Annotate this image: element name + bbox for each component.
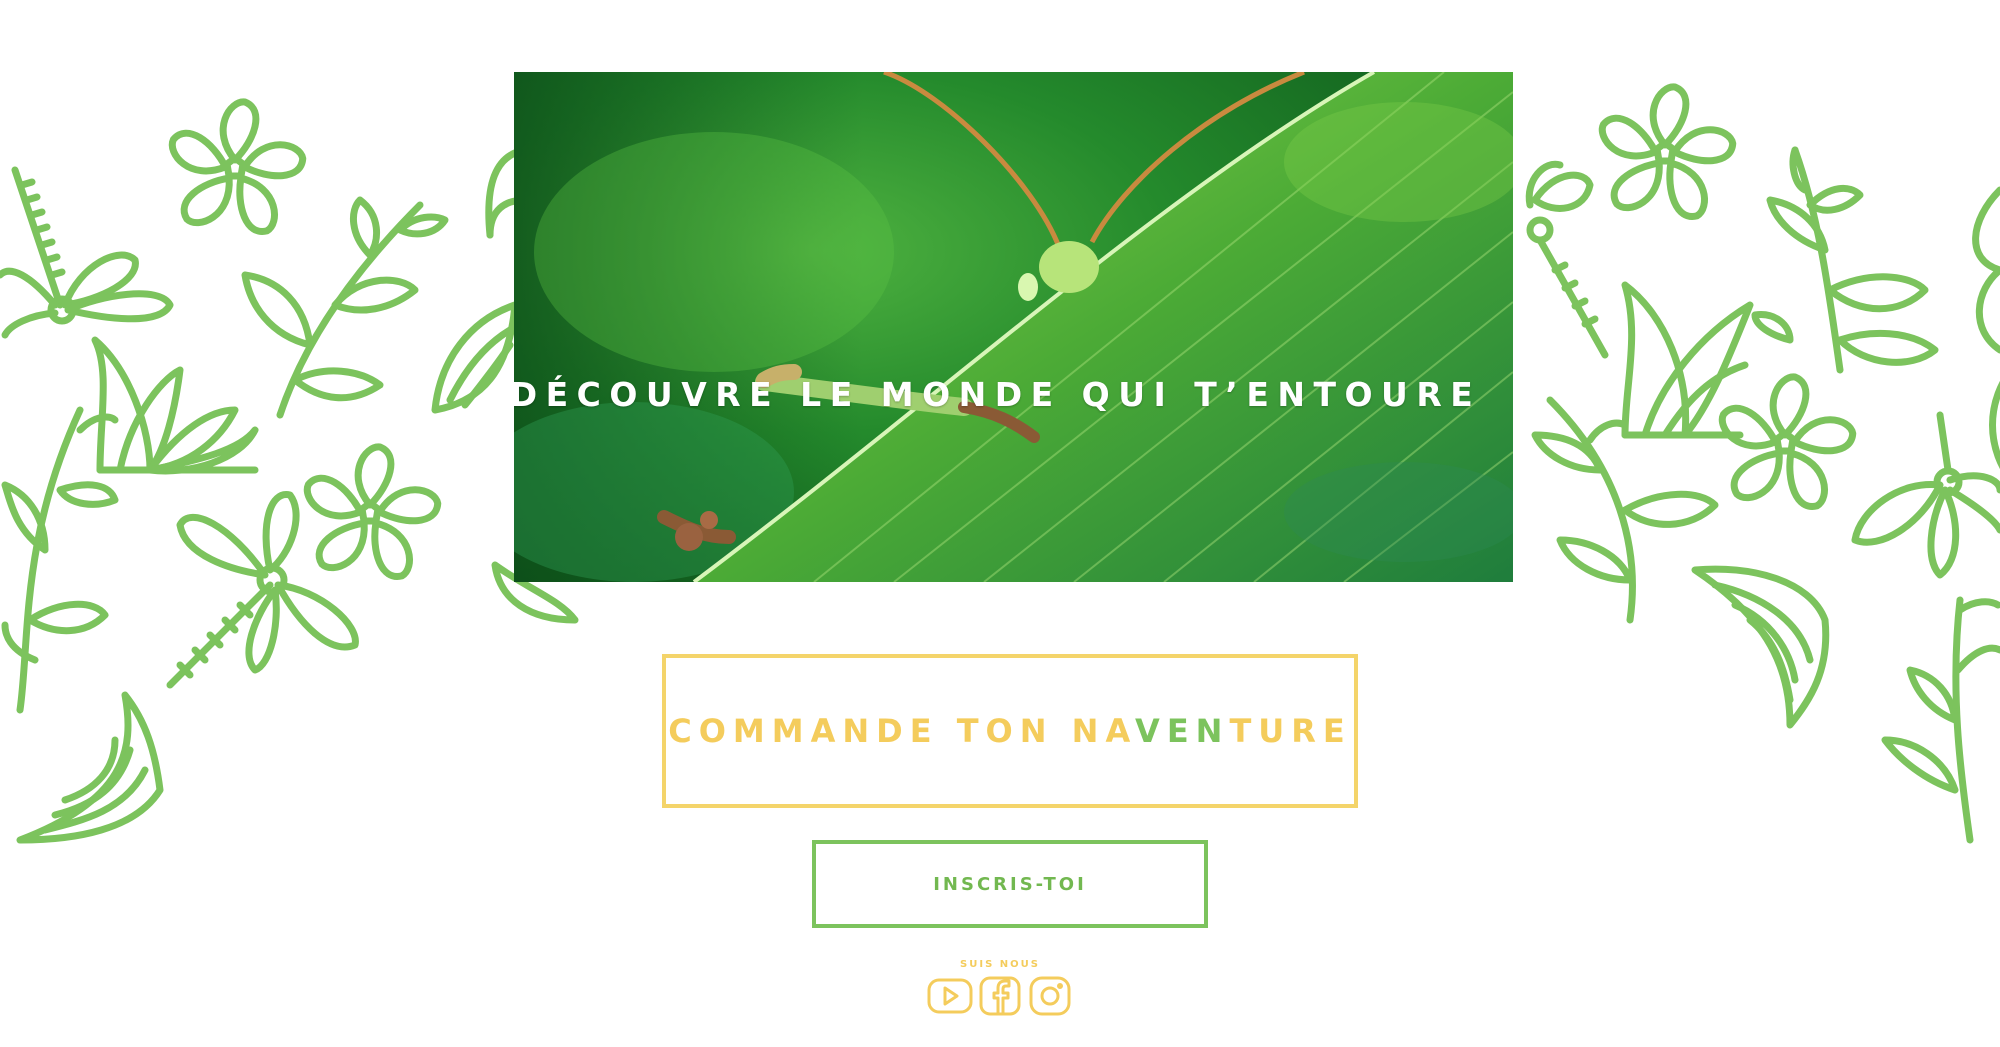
lotus-icon: [91, 336, 259, 475]
facebook-icon[interactable]: [977, 976, 1023, 1016]
order-label-prefix: COMMANDE TON NA: [668, 712, 1136, 750]
follow-label: SUIS NOUS: [960, 959, 1040, 970]
order-adventure-label: COMMANDE TON NAVENTURE: [668, 712, 1352, 750]
flower-icon: [168, 98, 307, 235]
dragonfly-icon: [166, 491, 359, 689]
landing-page: DÉCOUVRE LE MONDE QUI T’ENTOURE COMMANDE…: [0, 0, 2000, 1047]
order-label-accent: VEN: [1135, 712, 1230, 750]
flower-icon: [1972, 186, 2000, 354]
signup-label: INSCRIS-TOI: [933, 873, 1087, 895]
lotus-icon: [1691, 565, 1830, 729]
flower-icon: [1598, 83, 1737, 220]
leafy-branch-icon: [1531, 396, 1719, 624]
social-follow: SUIS NOUS: [900, 959, 1100, 1016]
leafy-branch-icon: [1, 406, 119, 714]
social-icons: [900, 976, 1100, 1016]
flower-icon: [1718, 373, 1857, 510]
lotus-icon: [16, 691, 164, 844]
dragonfly-icon: [1525, 160, 1609, 359]
lotus-icon: [431, 301, 519, 414]
hero-title: DÉCOUVRE LE MONDE QUI T’ENTOURE: [514, 375, 1482, 414]
leafy-branch-icon: [1751, 146, 1939, 374]
instagram-icon[interactable]: [1027, 976, 1073, 1016]
order-label-suffix: TURE: [1229, 712, 1352, 750]
leafy-branch-icon: [241, 196, 449, 419]
signup-button[interactable]: INSCRIS-TOI: [812, 840, 1208, 928]
flower-icon: [303, 443, 442, 580]
leafy-branch-icon: [1881, 596, 2000, 844]
dragonfly-icon: [1851, 411, 2000, 579]
youtube-icon[interactable]: [927, 976, 973, 1016]
lotus-icon: [1621, 281, 1754, 439]
dragonfly-icon: [0, 166, 174, 339]
lotus-icon: [1989, 380, 2000, 470]
hero-banner: DÉCOUVRE LE MONDE QUI T’ENTOURE: [514, 72, 1513, 582]
grasshopper-leaf-photo: [514, 72, 1513, 582]
order-adventure-button[interactable]: COMMANDE TON NAVENTURE: [662, 654, 1358, 808]
